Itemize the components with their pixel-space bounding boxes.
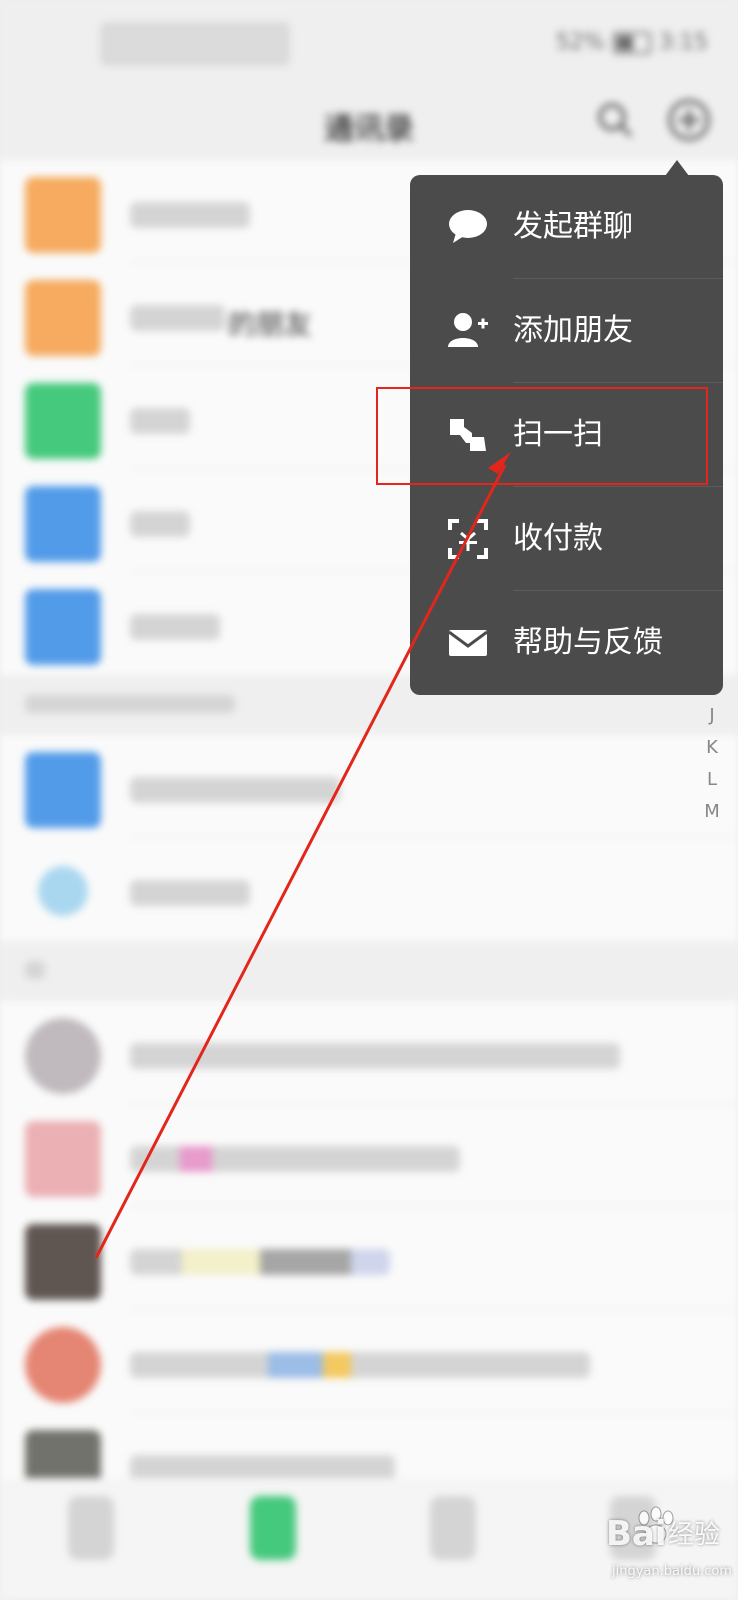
menu-item-label: 收付款: [513, 521, 603, 556]
chat-bubble-icon: [449, 210, 487, 243]
watermark-url: jingyan.baidu.com: [612, 1564, 732, 1579]
mail-icon: [448, 630, 488, 656]
menu-item-label: 发起群聊: [513, 209, 633, 244]
qr-pay-icon: [448, 519, 488, 559]
menu-caret: [665, 160, 689, 176]
menu-item-label: 添加朋友: [513, 313, 633, 348]
add-friend-icon: [448, 313, 488, 347]
watermark-brand-cn: 经验: [668, 1520, 721, 1550]
menu-item-label: 帮助与反馈: [513, 625, 663, 660]
menu-item-group-chat[interactable]: 发起群聊: [410, 175, 723, 279]
scan-highlight-box: [376, 387, 708, 485]
menu-item-help[interactable]: 帮助与反馈: [410, 591, 723, 695]
menu-item-pay[interactable]: 收付款: [410, 487, 723, 591]
menu-item-add-friend[interactable]: 添加朋友: [410, 279, 723, 383]
watermark-brand: Bai: [606, 1514, 667, 1554]
